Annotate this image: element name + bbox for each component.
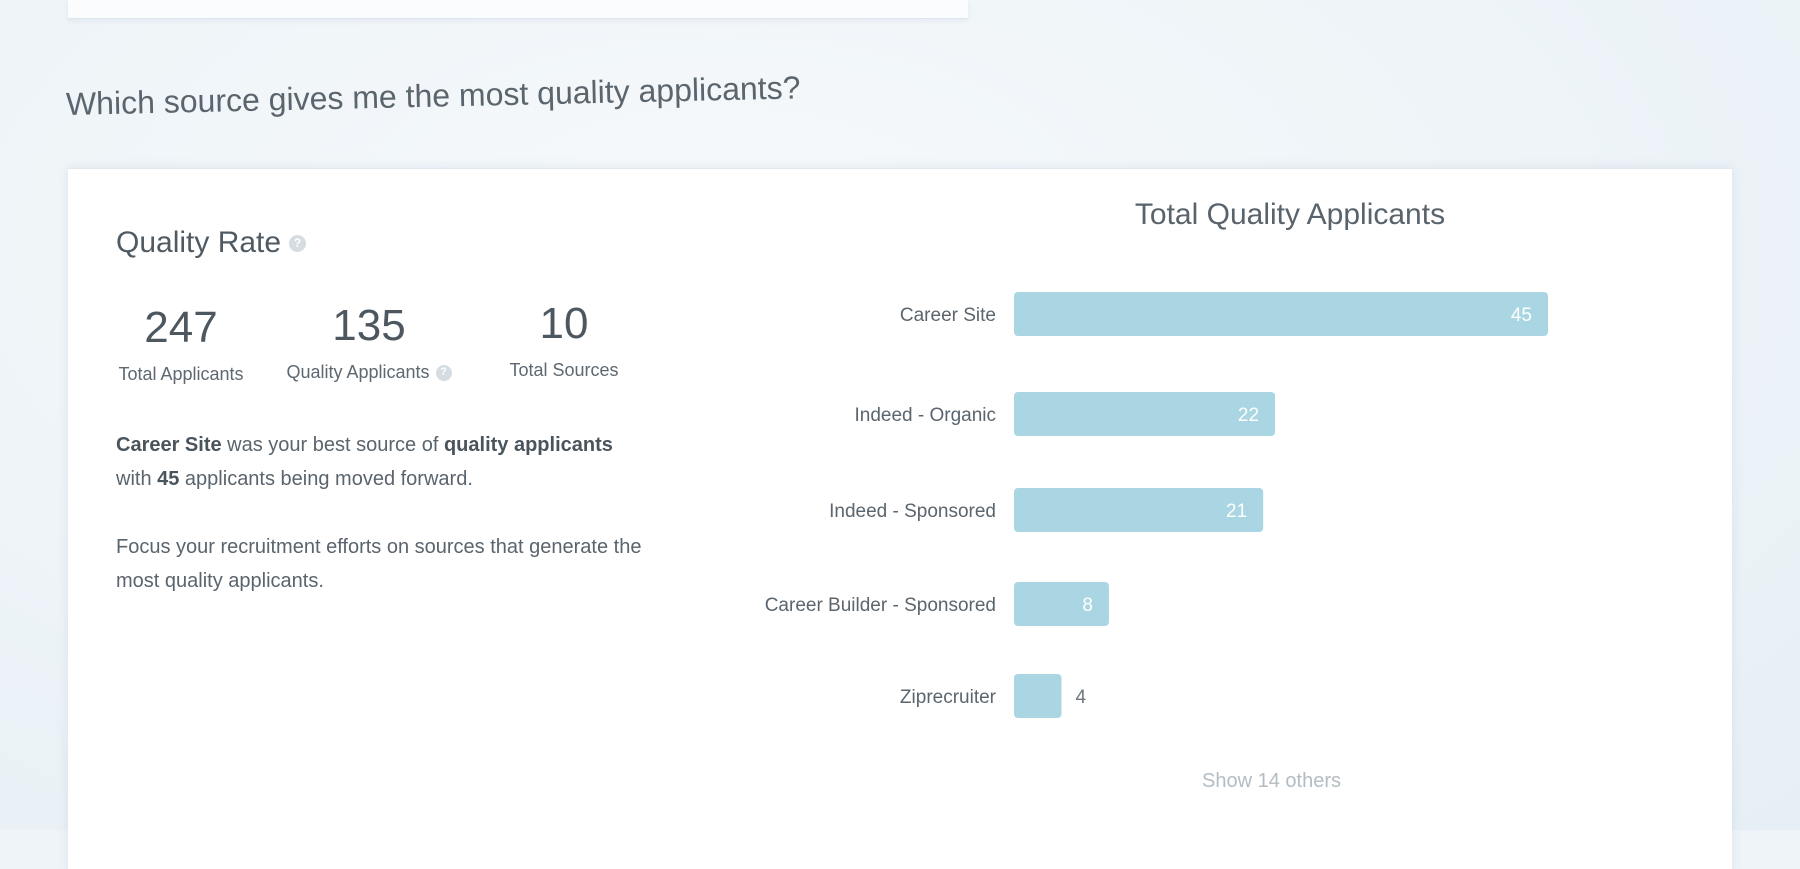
bar-value: 45 [1511,305,1532,326]
bar[interactable] [1014,392,1276,436]
bar-value: 21 [1226,501,1247,522]
bar-label: Career Builder - Sponsored [765,595,996,616]
bar-label: Indeed - Sponsored [829,501,996,522]
bar[interactable] [1014,674,1062,718]
bar[interactable] [1014,292,1548,336]
bar-value: 4 [1075,687,1086,708]
bar-label: Ziprecruiter [900,687,997,708]
bar-chart: Career Site 45 Indeed - Organic 22 Indeed - … [765,292,1548,718]
bar[interactable] [1014,582,1109,626]
bar-value: 22 [1238,405,1259,426]
bar-label: Career Site [900,305,996,326]
show-others-link[interactable]: Show 14 others [1202,770,1341,793]
bar-value: 8 [1082,595,1093,616]
bar-label: Indeed - Organic [854,405,996,426]
